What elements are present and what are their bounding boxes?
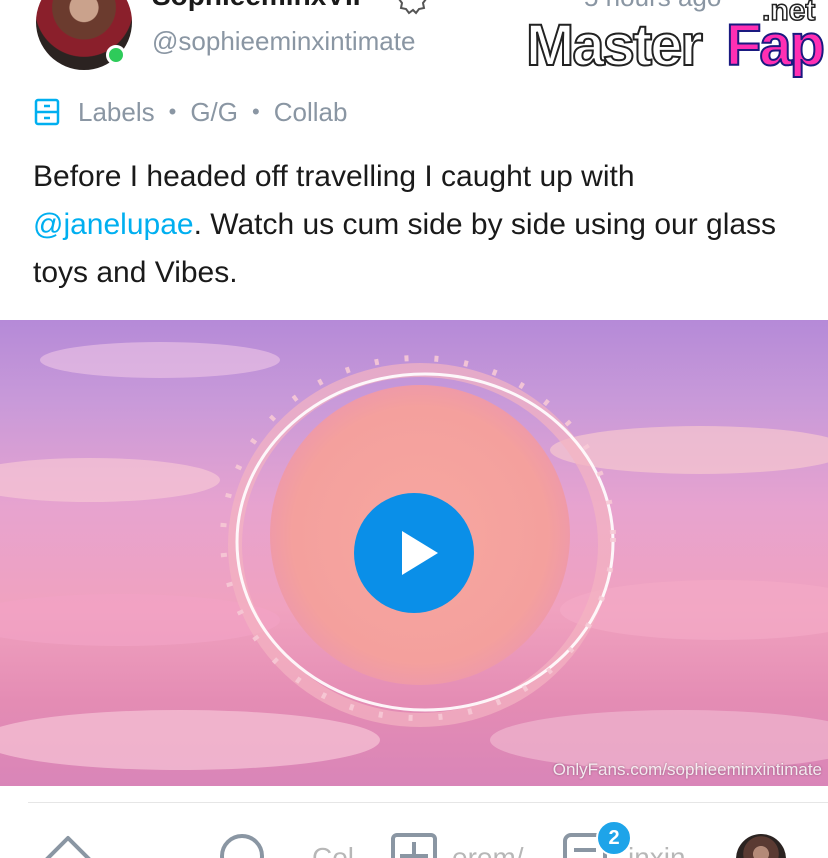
media-credit-watermark: OnlyFans.com/sophieeminxintimate [552,760,822,779]
watermark-net-text: .net [761,0,816,28]
caption-text: Before I headed off travelling I caught … [33,160,635,193]
video-play-button[interactable] [354,493,474,613]
watermark-master-text: Master [525,12,704,79]
online-status-dot [106,45,126,65]
label-item[interactable]: Collab [274,97,348,128]
play-icon [402,531,438,575]
post-caption: Before I headed off travelling I caught … [33,153,803,297]
nav-ghost-text: inxin [628,842,686,858]
nav-ghost-text: Col [312,842,355,858]
post-labels-row: Labels • G/G • Collab [34,94,347,130]
add-post-icon[interactable] [390,832,440,858]
feed-divider [28,802,828,803]
verified-icon [398,0,427,15]
caption-mention-link[interactable]: @janelupae [33,208,194,241]
label-item[interactable]: G/G [190,97,238,128]
post-video-thumbnail[interactable]: OnlyFans.com/sophieeminxintimate [0,320,828,786]
home-icon[interactable] [38,832,98,858]
label-separator: • [168,99,177,124]
search-icon[interactable] [218,832,268,858]
bottom-navigation-bar: Col erem/ 2 inxin [0,820,828,858]
label-separator: • [252,99,260,124]
messages-unread-badge: 2 [596,820,632,856]
labels-icon [34,98,60,126]
site-watermark-logo: Master Fap .net [525,0,828,82]
profile-avatar[interactable] [736,834,786,858]
nav-ghost-text: erem/ [452,842,524,858]
creator-display-name[interactable]: SophieeminxVIP [152,0,371,12]
label-item[interactable]: Labels [78,97,155,128]
post-header: SophieeminxVIP @sophieeminxintimate 5 ho… [0,0,828,80]
creator-username[interactable]: @sophieeminxintimate [152,26,415,57]
